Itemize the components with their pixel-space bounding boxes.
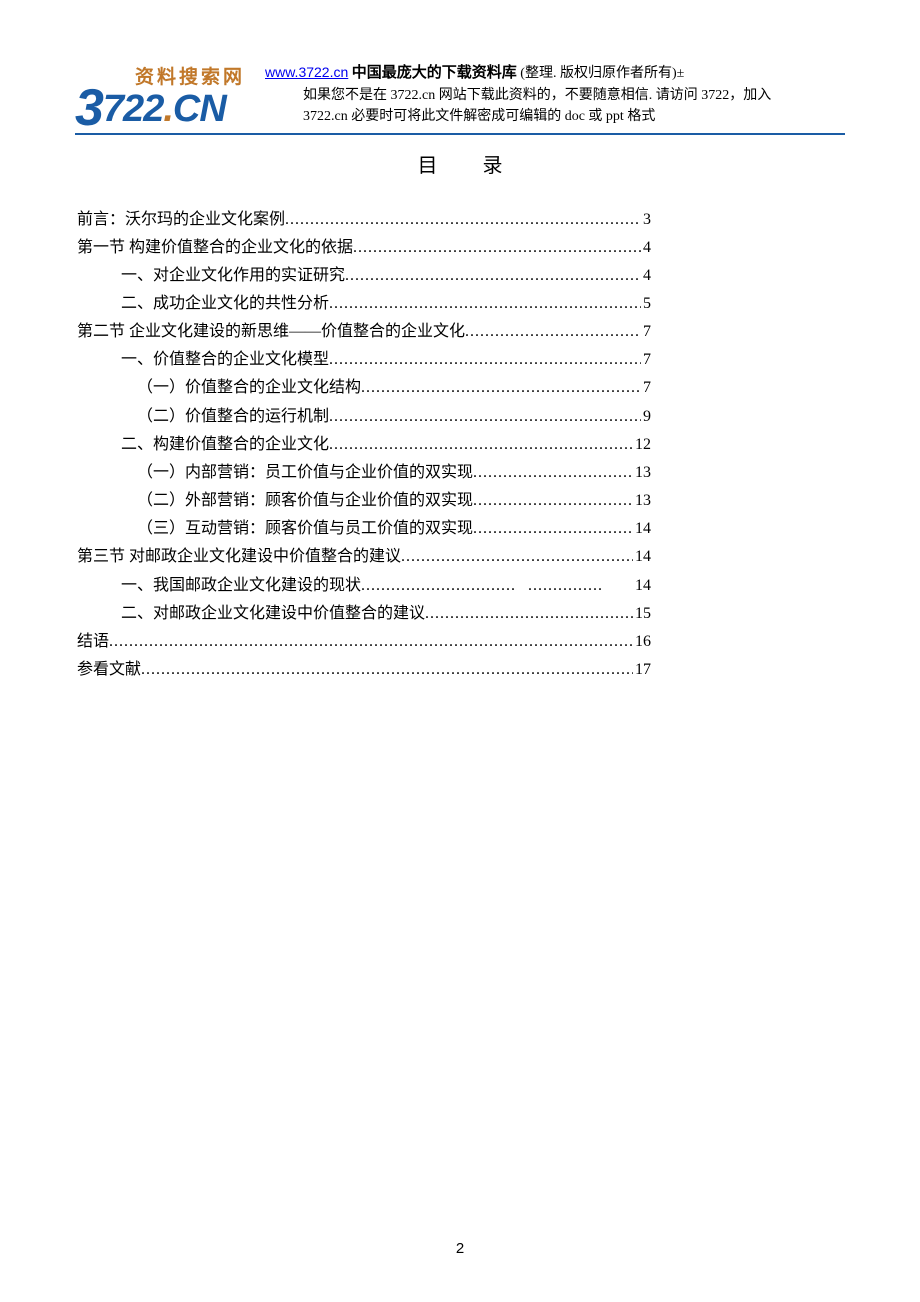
toc-dots — [285, 206, 641, 234]
toc-entry: 二、对邮政企业文化建设中价值整合的建议 15 — [77, 600, 651, 628]
toc-entry: 一、价值整合的企业文化模型 7 — [77, 346, 651, 374]
page-header: 资料搜索网 3722.CN www.3722.cn 中国最庞大的下载资料库 (整… — [75, 60, 845, 127]
toc-dots — [528, 572, 603, 600]
toc-dots — [329, 346, 641, 374]
toc-entry-label: 二、成功企业文化的共性分析 — [77, 290, 329, 318]
site-logo: 资料搜索网 3722.CN — [75, 60, 245, 125]
toc-entry-page: 5 — [641, 290, 651, 318]
toc-entry-label: 二、构建价值整合的企业文化 — [77, 431, 329, 459]
toc-entry: 二、成功企业文化的共性分析 5 — [77, 290, 651, 318]
toc-entry-page: 13 — [633, 459, 651, 487]
toc-heading: 目录 — [75, 149, 845, 178]
header-text-block: www.3722.cn 中国最庞大的下载资料库 (整理. 版权归原作者所有)± … — [265, 60, 845, 127]
toc-dots — [473, 515, 633, 543]
toc-entry-page: 4 — [641, 234, 651, 262]
page-number: 2 — [0, 1240, 920, 1257]
toc-dots — [329, 290, 641, 318]
toc-entry: （二）外部营销：顾客价值与企业价值的双实现 13 — [77, 487, 651, 515]
toc-dots — [401, 543, 633, 571]
header-line-2: 如果您不是在 3722.cn 网站下载此资料的，不要随意相信. 请访问 3722… — [265, 85, 845, 106]
toc-entry-page: 14 — [635, 572, 651, 600]
toc-dots — [329, 403, 641, 431]
site-url-link[interactable]: www.3722.cn — [265, 64, 348, 80]
toc-entry: （一）价值整合的企业文化结构 7 — [77, 374, 651, 402]
toc-entry: 第三节 对邮政企业文化建设中价值整合的建议 14 — [77, 543, 651, 571]
toc-entry-page: 7 — [641, 374, 651, 402]
toc-entry: 第一节 构建价值整合的企业文化的依据 4 — [77, 234, 651, 262]
toc-entry-label: 第二节 企业文化建设的新思维——价值整合的企业文化 — [77, 318, 465, 346]
toc-dots — [353, 234, 641, 262]
toc-entry-label: （三）互动营销：顾客价值与员工价值的双实现 — [77, 515, 473, 543]
toc-entry: （三）互动营销：顾客价值与员工价值的双实现 14 — [77, 515, 651, 543]
toc-entry-page: 4 — [641, 262, 651, 290]
toc-entry: （一）内部营销：员工价值与企业价值的双实现 13 — [77, 459, 651, 487]
toc-entry-label: 一、我国邮政企业文化建设的现状 — [77, 572, 361, 600]
toc-entry-label: 第一节 构建价值整合的企业文化的依据 — [77, 234, 353, 262]
toc-dots — [473, 487, 633, 515]
toc-entry-page: 13 — [633, 487, 651, 515]
toc-entry-page: 9 — [641, 403, 651, 431]
toc-entry-label: （一）价值整合的企业文化结构 — [77, 374, 361, 402]
toc-dots — [465, 318, 641, 346]
toc-entry: 结语 16 — [77, 628, 651, 656]
toc-entry: 前言：沃尔玛的企业文化案例 3 — [77, 206, 651, 234]
toc-entry-label: 前言：沃尔玛的企业文化案例 — [77, 206, 285, 234]
toc-dots — [361, 374, 641, 402]
site-title: 中国最庞大的下载资料库 — [352, 65, 517, 81]
toc-entry-page: 7 — [641, 318, 651, 346]
toc-dots — [345, 262, 641, 290]
header-suffix: (整理. 版权归原作者所有)± — [520, 66, 684, 81]
toc-dots — [329, 431, 633, 459]
toc-entry-label: 一、对企业文化作用的实证研究 — [77, 262, 345, 290]
toc-entry: 第二节 企业文化建设的新思维——价值整合的企业文化 7 — [77, 318, 651, 346]
toc-entry: （二）价值整合的运行机制 9 — [77, 403, 651, 431]
toc-entry: 二、构建价值整合的企业文化 12 — [77, 431, 651, 459]
toc-entry-label: 参看文献 — [77, 656, 141, 684]
table-of-contents: 前言：沃尔玛的企业文化案例3第一节 构建价值整合的企业文化的依据4一、对企业文化… — [75, 206, 845, 685]
toc-entry-page: 17 — [633, 656, 651, 684]
toc-entry-page: 15 — [633, 600, 651, 628]
toc-entry: 一、我国邮政企业文化建设的现状 14 — [77, 572, 651, 600]
toc-entry-page: 16 — [633, 628, 651, 656]
toc-entry-page: 12 — [633, 431, 651, 459]
toc-entry-label: 第三节 对邮政企业文化建设中价值整合的建议 — [77, 543, 401, 571]
toc-entry-label: （一）内部营销：员工价值与企业价值的双实现 — [77, 459, 473, 487]
toc-entry-label: （二）价值整合的运行机制 — [77, 403, 329, 431]
logo-main-text: 3722.CN — [75, 78, 226, 138]
header-line-3: 3722.cn 必要时可将此文件解密成可编辑的 doc 或 ppt 格式 — [265, 106, 845, 127]
toc-dots — [361, 572, 516, 600]
toc-entry-page: 3 — [641, 206, 651, 234]
toc-entry-page: 14 — [633, 515, 651, 543]
toc-entry-label: 一、价值整合的企业文化模型 — [77, 346, 329, 374]
toc-entry-label: 二、对邮政企业文化建设中价值整合的建议 — [77, 600, 425, 628]
toc-dots — [109, 628, 633, 656]
toc-entry: 一、对企业文化作用的实证研究 4 — [77, 262, 651, 290]
toc-entry-page: 7 — [641, 346, 651, 374]
toc-dots — [473, 459, 633, 487]
toc-entry-label: （二）外部营销：顾客价值与企业价值的双实现 — [77, 487, 473, 515]
toc-entry-page: 14 — [633, 543, 651, 571]
toc-entry-label: 结语 — [77, 628, 109, 656]
toc-entry: 参看文献 17 — [77, 656, 651, 684]
header-line-1: www.3722.cn 中国最庞大的下载资料库 (整理. 版权归原作者所有)± — [265, 62, 845, 85]
toc-dots — [141, 656, 633, 684]
toc-dots — [425, 600, 633, 628]
